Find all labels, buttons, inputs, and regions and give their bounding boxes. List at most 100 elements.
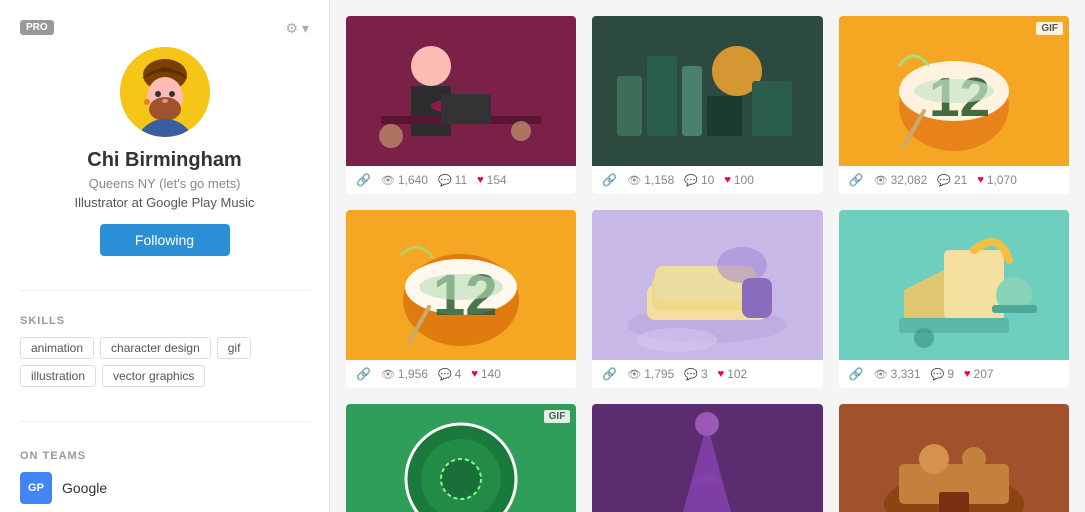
portfolio-grid: 🔗 👁 1,640 💬 11 ♥ 154 🔗 👁	[346, 16, 1069, 512]
like-stat: ♥ 1,070	[977, 173, 1017, 187]
comment-icon: 💬	[438, 368, 452, 381]
card-stats: 🔗 👁 1,640 💬 11 ♥ 154	[346, 166, 576, 194]
eye-icon: 👁	[874, 174, 888, 187]
card-stats: 🔗 👁 1,795 💬 3 ♥ 102	[592, 360, 822, 388]
main-content: 🔗 👁 1,640 💬 11 ♥ 154 🔗 👁	[330, 0, 1085, 512]
portfolio-card[interactable]: GIF	[346, 404, 576, 512]
team-item[interactable]: GP Google	[20, 472, 309, 504]
comment-count: 9	[947, 367, 954, 381]
view-stat: 👁 1,795	[627, 367, 674, 381]
view-stat: 👁 32,082	[874, 173, 928, 187]
like-count: 1,070	[987, 173, 1017, 187]
heart-icon: ♥	[477, 174, 484, 186]
sidebar-top-bar: PRO ⚙ ▾	[20, 20, 309, 37]
skill-character-design[interactable]: character design	[100, 337, 211, 359]
link-icon: 🔗	[849, 367, 864, 381]
view-count: 1,640	[398, 173, 428, 187]
view-count: 1,158	[644, 173, 674, 187]
teams-label: ON TEAMS	[20, 450, 309, 462]
like-stat: ♥ 140	[471, 367, 501, 381]
comment-icon: 💬	[438, 174, 452, 187]
profile-bio: Illustrator at Google Play Music	[20, 195, 309, 210]
comment-stat: 💬 3	[684, 367, 707, 381]
view-stat: 👁 3,331	[874, 367, 921, 381]
comment-stat: 💬 21	[937, 173, 967, 187]
gear-icon[interactable]: ⚙ ▾	[286, 20, 309, 37]
card-image	[839, 404, 1069, 512]
skill-gif[interactable]: gif	[217, 337, 252, 359]
comment-stat: 💬 4	[438, 367, 461, 381]
comment-icon: 💬	[684, 368, 698, 381]
skills-container: animation character design gif illustrat…	[20, 337, 309, 387]
like-count: 140	[481, 367, 501, 381]
link-icon: 🔗	[356, 173, 371, 187]
like-stat: ♥ 102	[718, 367, 748, 381]
like-count: 154	[487, 173, 507, 187]
eye-icon: 👁	[381, 368, 395, 381]
team-name: Google	[62, 480, 107, 496]
divider-2	[20, 421, 309, 422]
view-stat: 👁 1,956	[381, 367, 428, 381]
card-image	[592, 16, 822, 166]
comment-stat: 💬 9	[931, 367, 954, 381]
like-stat: ♥ 207	[964, 367, 994, 381]
avatar-container	[20, 47, 309, 137]
card-stats: 🔗 👁 1,956 💬 4 ♥ 140	[346, 360, 576, 388]
link-icon: 🔗	[602, 173, 617, 187]
card-image	[346, 16, 576, 166]
following-button[interactable]: Following	[100, 224, 230, 256]
comment-icon: 💬	[931, 368, 945, 381]
heart-icon: ♥	[718, 368, 725, 380]
comment-count: 21	[954, 173, 967, 187]
comment-count: 11	[455, 173, 467, 187]
card-image: 12 GIF	[839, 16, 1069, 166]
portfolio-card[interactable]: 🔗 👁 3,331 💬 9 ♥ 207	[839, 210, 1069, 388]
eye-icon: 👁	[381, 174, 395, 187]
comment-count: 10	[701, 173, 714, 187]
portfolio-card[interactable]: 🔗 👁 1,158 💬 10 ♥ 100	[592, 16, 822, 194]
heart-icon: ♥	[964, 368, 971, 380]
gif-badge: GIF	[1036, 22, 1063, 35]
card-image	[592, 210, 822, 360]
link-icon: 🔗	[849, 173, 864, 187]
heart-icon: ♥	[471, 368, 478, 380]
card-image	[839, 210, 1069, 360]
comment-count: 3	[701, 367, 708, 381]
skills-label: SKILLS	[20, 315, 309, 327]
like-count: 207	[974, 367, 994, 381]
card-image: GIF	[346, 404, 576, 512]
heart-icon: ♥	[977, 174, 984, 186]
comment-stat: 💬 11	[438, 173, 467, 187]
card-image: 12	[346, 210, 576, 360]
sidebar: PRO ⚙ ▾	[0, 0, 330, 512]
eye-icon: 👁	[874, 368, 888, 381]
like-stat: ♥ 154	[477, 173, 507, 187]
like-stat: ♥ 100	[724, 173, 754, 187]
comment-count: 4	[455, 367, 462, 381]
heart-icon: ♥	[724, 174, 731, 186]
view-count: 1,956	[398, 367, 428, 381]
link-icon: 🔗	[356, 367, 371, 381]
portfolio-card[interactable]	[592, 404, 822, 512]
like-count: 100	[734, 173, 754, 187]
portfolio-card[interactable]: 🔗 👁 1,640 💬 11 ♥ 154	[346, 16, 576, 194]
portfolio-card[interactable]: 12 GIF 🔗 👁 32,082 💬 21 ♥ 1,070	[839, 16, 1069, 194]
avatar	[120, 47, 210, 137]
portfolio-card[interactable]: 🔗 👁 1,795 💬 3 ♥ 102	[592, 210, 822, 388]
view-stat: 👁 1,640	[381, 173, 428, 187]
skill-animation[interactable]: animation	[20, 337, 94, 359]
portfolio-card[interactable]	[839, 404, 1069, 512]
eye-icon: 👁	[627, 174, 641, 187]
view-count: 32,082	[891, 173, 928, 187]
skill-illustration[interactable]: illustration	[20, 365, 96, 387]
like-count: 102	[727, 367, 747, 381]
portfolio-card[interactable]: 12 🔗 👁 1,956 💬 4 ♥ 140	[346, 210, 576, 388]
skill-vector-graphics[interactable]: vector graphics	[102, 365, 205, 387]
profile-location: Queens NY (let's go mets)	[20, 176, 309, 191]
divider-1	[20, 290, 309, 291]
card-image	[592, 404, 822, 512]
card-stats: 🔗 👁 3,331 💬 9 ♥ 207	[839, 360, 1069, 388]
card-stats: 🔗 👁 1,158 💬 10 ♥ 100	[592, 166, 822, 194]
comment-stat: 💬 10	[684, 173, 714, 187]
gif-badge: GIF	[544, 410, 571, 423]
